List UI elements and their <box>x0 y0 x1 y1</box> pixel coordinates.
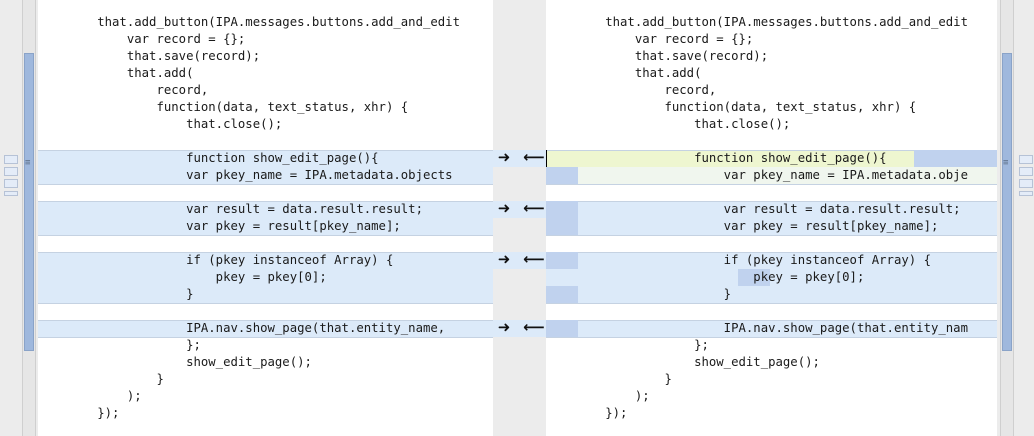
code-line: }); <box>546 406 628 420</box>
chunk-marker[interactable] <box>1019 155 1033 164</box>
code-line: that.close(); <box>38 117 283 131</box>
code-line: var result = data.result.result; <box>546 202 961 216</box>
code-line: that.add_button(IPA.messages.buttons.add… <box>546 15 968 29</box>
code-line: }; <box>38 338 201 352</box>
push-right-arrow-icon[interactable]: ➜ <box>493 319 515 336</box>
code-line: that.add( <box>546 66 702 80</box>
push-left-arrow-icon[interactable]: ⟵ <box>523 149 545 166</box>
code-line: function(data, text_status, xhr) { <box>546 100 917 114</box>
code-line: } <box>546 287 732 301</box>
grip-icon: ≡ <box>1003 158 1009 168</box>
code-line: that.add_button(IPA.messages.buttons.add… <box>38 15 460 29</box>
chunk-marker[interactable] <box>1019 191 1033 196</box>
chunk-marker[interactable] <box>1019 167 1033 176</box>
push-left-arrow-icon[interactable]: ⟵ <box>523 251 545 268</box>
code-line: ); <box>38 389 142 403</box>
push-left-arrow-icon[interactable]: ⟵ <box>523 200 545 217</box>
code-line: IPA.nav.show_page(that.entity_nam <box>546 321 968 335</box>
left-scrollbar[interactable]: ≡ <box>22 0 36 436</box>
left-file-pane[interactable]: that.add_button(IPA.messages.buttons.add… <box>38 0 493 436</box>
code-line: pkey = pkey[0]; <box>38 270 327 284</box>
left-chunk-map[interactable] <box>4 155 18 199</box>
push-right-arrow-icon[interactable]: ➜ <box>493 251 515 268</box>
code-line: record, <box>38 83 209 97</box>
grip-icon: ≡ <box>25 158 31 168</box>
scrollbar-thumb[interactable] <box>1002 53 1012 351</box>
code-line: show_edit_page(); <box>38 355 312 369</box>
code-line: var pkey = result[pkey_name]; <box>546 219 939 233</box>
scrollbar-thumb[interactable] <box>24 53 34 351</box>
diff-gutter: ➜ ⟵ ➜ ⟵ ➜ ⟵ ➜ ⟵ <box>493 0 546 436</box>
chunk-marker[interactable] <box>4 167 18 176</box>
code-line: if (pkey instanceof Array) { <box>546 253 931 267</box>
code-line: }); <box>38 406 120 420</box>
code-line: ); <box>546 389 650 403</box>
right-file-pane[interactable]: that.add_button(IPA.messages.buttons.add… <box>546 0 997 436</box>
chunk-marker[interactable] <box>4 155 18 164</box>
code-line: function show_edit_page(){ <box>546 151 887 165</box>
code-line: var pkey_name = IPA.metadata.objects <box>38 168 453 182</box>
chunk-marker[interactable] <box>1019 179 1033 188</box>
code-line: }; <box>546 338 709 352</box>
code-line: var record = {}; <box>546 32 754 46</box>
code-line: } <box>546 372 672 386</box>
code-line: } <box>38 372 164 386</box>
text-cursor <box>546 150 547 167</box>
code-line: that.save(record); <box>38 49 261 63</box>
code-line: that.save(record); <box>546 49 769 63</box>
code-line: pkey = pkey[0]; <box>546 270 865 284</box>
push-right-arrow-icon[interactable]: ➜ <box>493 149 515 166</box>
left-outer-rail <box>0 0 22 436</box>
right-chunk-map[interactable] <box>1019 155 1033 199</box>
code-line: function(data, text_status, xhr) { <box>38 100 409 114</box>
code-line: var pkey = result[pkey_name]; <box>38 219 401 233</box>
code-line: var result = data.result.result; <box>38 202 423 216</box>
code-line: that.close(); <box>546 117 791 131</box>
code-line: var pkey_name = IPA.metadata.obje <box>546 168 968 182</box>
chunk-marker[interactable] <box>4 179 18 188</box>
push-right-arrow-icon[interactable]: ➜ <box>493 200 515 217</box>
code-line: show_edit_page(); <box>546 355 820 369</box>
code-line: function show_edit_page(){ <box>38 151 379 165</box>
right-scrollbar[interactable]: ≡ <box>1000 0 1014 436</box>
code-line: record, <box>546 83 717 97</box>
code-line: } <box>38 287 194 301</box>
code-line: var record = {}; <box>38 32 246 46</box>
code-line: if (pkey instanceof Array) { <box>38 253 394 267</box>
chunk-marker[interactable] <box>4 191 18 196</box>
code-line: IPA.nav.show_page(that.entity_name, <box>38 321 446 335</box>
code-line: that.add( <box>38 66 194 80</box>
push-left-arrow-icon[interactable]: ⟵ <box>523 319 545 336</box>
